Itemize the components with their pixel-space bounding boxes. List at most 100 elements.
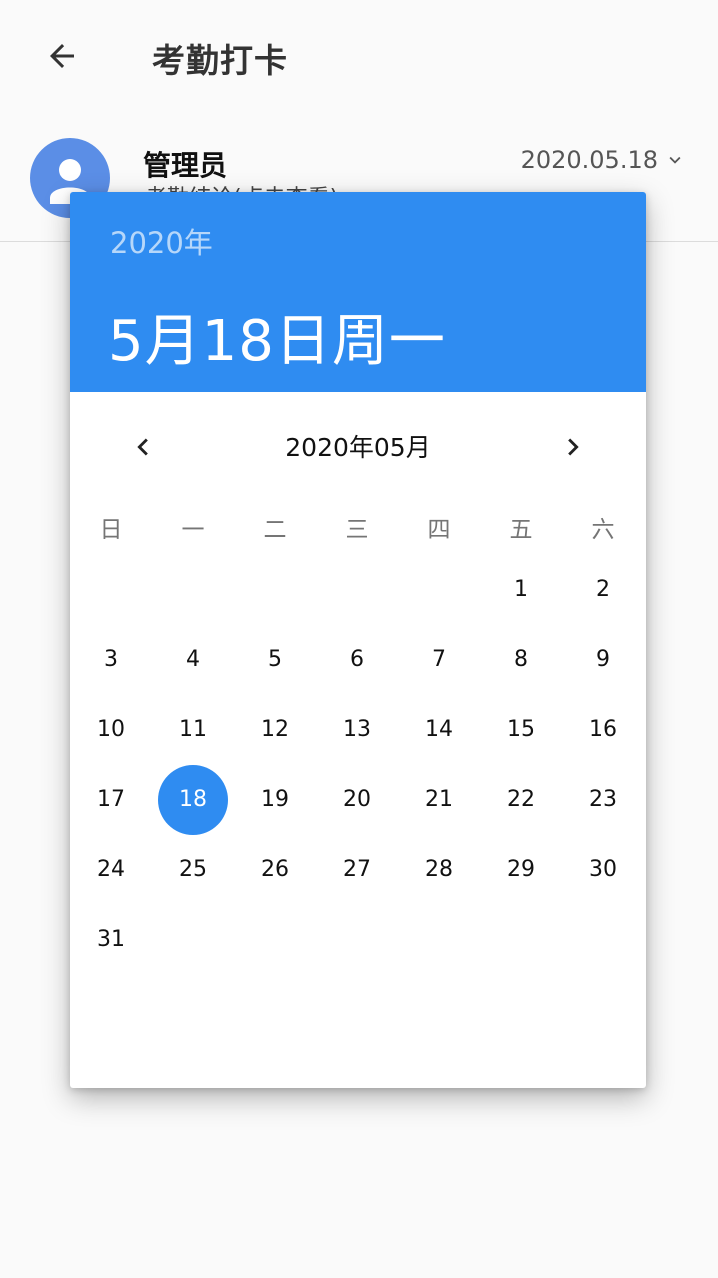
day-cell[interactable]: 4	[152, 635, 234, 705]
date-picker-dialog: 2020年 5月18日周一 2020年05月 日一二三四五六 123456789…	[70, 192, 646, 1088]
day-number: 27	[343, 857, 371, 882]
day-number: 4	[186, 647, 200, 672]
date-picker-header: 2020年 5月18日周一	[70, 192, 646, 392]
day-cell-selected[interactable]: 18	[152, 765, 234, 845]
day-number: 17	[97, 787, 125, 812]
day-cell[interactable]: 15	[480, 705, 562, 775]
day-cell[interactable]: 30	[562, 845, 644, 915]
day-cell[interactable]: 26	[234, 845, 316, 915]
day-cell[interactable]: 19	[234, 775, 316, 845]
weekday-label: 五	[509, 517, 533, 543]
day-cell[interactable]: 22	[480, 775, 562, 845]
weekday-label: 三	[345, 517, 369, 543]
selected-date-display: 5月18日周一	[108, 309, 446, 374]
day-cell[interactable]: 8	[480, 635, 562, 705]
calendar-week-row: 31	[70, 915, 646, 985]
empty-day-cell	[398, 565, 480, 635]
day-cell[interactable]: 10	[70, 705, 152, 775]
calendar-week-row: 12	[70, 565, 646, 635]
day-number: 22	[507, 787, 535, 812]
day-cell[interactable]: 6	[316, 635, 398, 705]
empty-day-cell	[398, 915, 480, 985]
day-cell[interactable]: 2	[562, 565, 644, 635]
calendar-week-row: 17 18 19 20 21 22 23	[70, 765, 646, 845]
day-cell[interactable]: 31	[70, 915, 152, 985]
day-number: 15	[507, 717, 535, 742]
day-number: 28	[425, 857, 453, 882]
day-number: 9	[596, 647, 610, 672]
day-cell[interactable]: 21	[398, 775, 480, 845]
day-number: 21	[425, 787, 453, 812]
day-number: 20	[343, 787, 371, 812]
day-cell[interactable]: 13	[316, 705, 398, 775]
day-cell[interactable]: 3	[70, 635, 152, 705]
day-number: 26	[261, 857, 289, 882]
empty-day-cell	[480, 915, 562, 985]
empty-day-cell	[70, 565, 152, 635]
month-navigation: 2020年05月	[70, 422, 646, 472]
day-cell[interactable]: 7	[398, 635, 480, 705]
calendar-week-row: 3 4 5 6 7 8 9	[70, 635, 646, 705]
day-number: 19	[261, 787, 289, 812]
day-number: 2	[596, 577, 610, 602]
calendar-week-row: 24 25 26 27 28 29 30	[70, 845, 646, 915]
arrow-left-icon	[50, 44, 74, 68]
day-number: 8	[514, 647, 528, 672]
day-number: 11	[179, 717, 207, 742]
empty-day-cell	[234, 915, 316, 985]
day-cell[interactable]: 12	[234, 705, 316, 775]
calendar-grid: 1 2 3 4 5 6 7 8 9 10 11 12 13 14 15 16 17 18 19 20 21 22 23 24 2…	[70, 565, 646, 985]
day-number: 25	[179, 857, 207, 882]
day-cell[interactable]: 14	[398, 705, 480, 775]
empty-day-cell	[234, 565, 316, 635]
day-number: 31	[97, 927, 125, 952]
year-selector[interactable]: 2020年	[110, 220, 213, 262]
empty-day-cell	[316, 565, 398, 635]
day-cell[interactable]: 25	[152, 845, 234, 915]
back-button[interactable]	[38, 34, 86, 78]
day-number: 30	[589, 857, 617, 882]
day-number: 23	[589, 787, 617, 812]
day-cell[interactable]: 28	[398, 845, 480, 915]
calendar-week-row: 10 11 12 13 14 15 16	[70, 705, 646, 775]
app-bar: 考勤打卡	[0, 0, 718, 112]
day-cell[interactable]: 20	[316, 775, 398, 845]
day-cell[interactable]: 23	[562, 775, 644, 845]
day-cell[interactable]: 5	[234, 635, 316, 705]
day-number: 14	[425, 717, 453, 742]
weekday-label: 日	[99, 517, 123, 543]
chevron-down-icon	[669, 156, 681, 164]
day-number: 5	[268, 647, 282, 672]
day-number: 3	[104, 647, 118, 672]
day-cell[interactable]: 27	[316, 845, 398, 915]
day-number: 12	[261, 717, 289, 742]
weekday-label: 六	[591, 517, 615, 543]
weekday-label: 一	[181, 517, 205, 543]
date-value: 2020.05.18	[520, 146, 658, 174]
day-cell[interactable]: 9	[562, 635, 644, 705]
day-number: 24	[97, 857, 125, 882]
chevron-right-icon	[568, 438, 579, 456]
empty-day-cell	[152, 565, 234, 635]
day-number: 13	[343, 717, 371, 742]
date-selector[interactable]: 2020.05.18	[521, 146, 686, 174]
weekday-header: 日一二三四五六	[70, 510, 646, 550]
day-cell[interactable]: 24	[70, 845, 152, 915]
page-title: 考勤打卡	[152, 41, 288, 80]
day-number: 1	[514, 577, 528, 602]
day-cell[interactable]: 1	[480, 565, 562, 635]
day-cell[interactable]: 16	[562, 705, 644, 775]
next-month-button[interactable]	[548, 422, 598, 472]
day-cell[interactable]: 17	[70, 775, 152, 845]
empty-day-cell	[562, 915, 644, 985]
day-number: 18	[179, 787, 207, 812]
day-number: 7	[432, 647, 446, 672]
empty-day-cell	[316, 915, 398, 985]
day-cell[interactable]: 29	[480, 845, 562, 915]
day-number: 10	[97, 717, 125, 742]
weekday-label: 四	[427, 517, 451, 543]
weekday-label: 二	[263, 517, 287, 543]
day-number: 16	[589, 717, 617, 742]
user-name: 管理员	[143, 149, 228, 182]
day-number: 6	[350, 647, 364, 672]
